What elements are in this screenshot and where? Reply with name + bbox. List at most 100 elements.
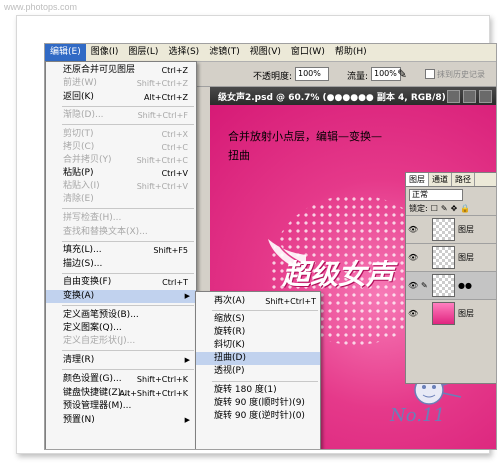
opacity-label: 不透明度: [253, 72, 293, 82]
menu-item[interactable]: 自由变换(F) Ctrl+T [46, 276, 196, 289]
submenu-item[interactable]: 透视(P) [196, 365, 320, 378]
menu-item-label: 拼写检查(H)... [63, 213, 122, 223]
menu-item-shortcut: Shift+Ctrl+Z [136, 79, 188, 88]
menu-item-label: 颜色设置(G)... [63, 374, 122, 384]
submenu-item[interactable]: 缩放(S) [196, 313, 320, 326]
menu-item[interactable]: 定义图案(Q)... [46, 322, 196, 335]
layer-dots: ●● [458, 281, 472, 290]
menu-item-shortcut: Alt+Ctrl+Z [144, 93, 188, 102]
photo-frame: 编辑(E) 图像(I) 图层(L) 选择(S) 滤镜(T) 视图(V) 窗口(W… [16, 15, 497, 454]
menu-item[interactable]: 拼写检查(H)... [46, 212, 196, 225]
eye-icon[interactable]: 👁 [408, 253, 418, 262]
menu-item-label: 描边(S)... [63, 259, 103, 269]
submenu-item[interactable]: 旋转(R) [196, 326, 320, 339]
menu-item-label: 查找和替换文本(X)... [63, 227, 148, 237]
layer-row[interactable]: 👁 图层 [406, 243, 496, 271]
menu-item-label: 预设管理器(M)... [63, 401, 132, 411]
menu-separator [62, 241, 194, 242]
menu-item[interactable]: 粘贴(P) Ctrl+V [46, 167, 196, 180]
menu-item[interactable]: 前进(W) Shift+Ctrl+Z [46, 77, 196, 90]
menu-item[interactable]: 清除(E) [46, 193, 196, 206]
lock-transparent-icon[interactable]: ☐ [431, 204, 438, 213]
menu-item[interactable]: 还原合并可见图层 Ctrl+Z [46, 64, 196, 77]
layer-thumbnail [432, 274, 455, 297]
menu-item-label: 粘贴(P) [63, 168, 94, 178]
note-line-2: 扭曲 [228, 149, 250, 162]
menu-filter[interactable]: 滤镜(T) [204, 44, 245, 61]
layer-row[interactable]: 👁 图层 [406, 215, 496, 243]
menu-item[interactable]: 预设管理器(M)... [46, 400, 196, 413]
menu-item[interactable]: 颜色设置(G)... Shift+Ctrl+K [46, 373, 196, 386]
menu-window[interactable]: 窗口(W) [286, 44, 330, 61]
menu-image[interactable]: 图像(I) [86, 44, 124, 61]
lock-label: 锁定: [409, 204, 428, 213]
menu-edit[interactable]: 编辑(E) [45, 44, 86, 61]
menu-separator [212, 310, 318, 311]
history-checkbox[interactable] [425, 69, 435, 79]
menu-item-label: 填充(L)... [63, 245, 102, 255]
menu-item-shortcut: Ctrl+C [161, 143, 188, 152]
menu-item-shortcut: Shift+F5 [153, 246, 188, 255]
eye-icon[interactable]: 👁 [408, 309, 418, 318]
menu-item[interactable]: 渐隐(D)... Shift+Ctrl+F [46, 109, 196, 122]
menu-select[interactable]: 选择(S) [163, 44, 204, 61]
submenu-arrow-icon: ▶ [184, 292, 190, 300]
menu-view[interactable]: 视图(V) [245, 44, 286, 61]
airbrush-icon[interactable]: ✎ [397, 67, 407, 81]
history-label: 抹到历史记录 [437, 70, 485, 79]
menu-item[interactable]: 清理(R) ▶ [46, 354, 196, 367]
screenshot: 编辑(E) 图像(I) 图层(L) 选择(S) 滤镜(T) 视图(V) 窗口(W… [44, 43, 497, 450]
menu-separator [212, 381, 318, 382]
menu-item[interactable]: 定义画笔预设(B)... [46, 309, 196, 322]
document-title: 级女声2.psd @ 60.7% (●●●●●● 副本 4, RGB/8) [218, 93, 446, 103]
submenu-item-label: 旋转 90 度(逆时针)(0) [214, 411, 305, 421]
blend-mode-select[interactable]: 正常 [409, 188, 463, 201]
lock-all-icon[interactable]: 🔒 [460, 204, 470, 213]
menu-item[interactable]: 粘贴入(I) Shift+Ctrl+V [46, 180, 196, 193]
window-buttons [447, 90, 492, 103]
menu-item[interactable]: 合并拷贝(Y) Shift+Ctrl+C [46, 154, 196, 167]
layer-row-selected[interactable]: 👁 ✎ ●● [406, 271, 496, 299]
menu-item[interactable]: 填充(L)... Shift+F5 [46, 244, 196, 257]
lock-move-icon[interactable]: ✥ [451, 204, 458, 213]
layer-row[interactable]: 👁 图层 [406, 299, 496, 327]
tab-layers[interactable]: 图层 [406, 173, 429, 186]
submenu-item[interactable]: 旋转 90 度(逆时针)(0) [196, 410, 320, 423]
menu-item-shortcut: Shift+Ctrl+C [136, 156, 188, 165]
menu-item-label: 前进(W) [63, 78, 97, 88]
menu-item[interactable]: 描边(S)... [46, 258, 196, 271]
watermark: www.photops.com [4, 2, 78, 12]
close-icon[interactable] [479, 90, 492, 103]
maximize-icon[interactable] [463, 90, 476, 103]
tab-paths[interactable]: 路径 [452, 173, 475, 186]
menu-item[interactable]: 剪切(T) Ctrl+X [46, 128, 196, 141]
menu-item-shortcut: Ctrl+X [161, 130, 188, 139]
menu-item[interactable]: 返回(K) Alt+Ctrl+Z [46, 91, 196, 104]
menu-item-label: 剪切(T) [63, 129, 94, 139]
menu-item-transform[interactable]: 变换(A) ▶ [46, 290, 196, 303]
minimize-icon[interactable] [447, 90, 460, 103]
menu-help[interactable]: 帮助(H) [330, 44, 372, 61]
layer-thumbnail [432, 246, 455, 269]
submenu-item[interactable]: 斜切(K) [196, 339, 320, 352]
submenu-item[interactable]: 旋转 180 度(1) [196, 384, 320, 397]
submenu-item[interactable]: 旋转 90 度(顺时针)(9) [196, 397, 320, 410]
lock-paint-icon[interactable]: ✎ [441, 204, 448, 213]
menu-item[interactable]: 定义自定形状(J)... [46, 335, 196, 348]
menu-item-shortcut: Ctrl+T [162, 278, 188, 287]
menu-item[interactable]: 键盘快捷键(Z)... Alt+Shift+Ctrl+K [46, 387, 196, 400]
eye-icon[interactable]: 👁 [408, 281, 418, 290]
tab-channels[interactable]: 通道 [429, 173, 452, 186]
submenu-item-label: 旋转 180 度(1) [214, 385, 277, 395]
submenu-item[interactable]: 再次(A) Shift+Ctrl+T [196, 295, 320, 308]
menu-bar: 编辑(E) 图像(I) 图层(L) 选择(S) 滤镜(T) 视图(V) 窗口(W… [45, 44, 496, 62]
eye-icon[interactable]: 👁 [408, 225, 418, 234]
menu-item[interactable]: 预置(N) ▶ [46, 414, 196, 427]
opacity-field[interactable]: 100% [295, 67, 329, 81]
edit-menu: 还原合并可见图层 Ctrl+Z 前进(W) Shift+Ctrl+Z 返回(K) Alt+… [45, 61, 197, 449]
menu-item[interactable]: 查找和替换文本(X)... [46, 226, 196, 239]
menu-item[interactable]: 拷贝(C) Ctrl+C [46, 141, 196, 154]
layer-name: 图层 [458, 253, 474, 262]
menu-layer[interactable]: 图层(L) [123, 44, 163, 61]
submenu-item-distort[interactable]: 扭曲(D) [196, 352, 320, 365]
